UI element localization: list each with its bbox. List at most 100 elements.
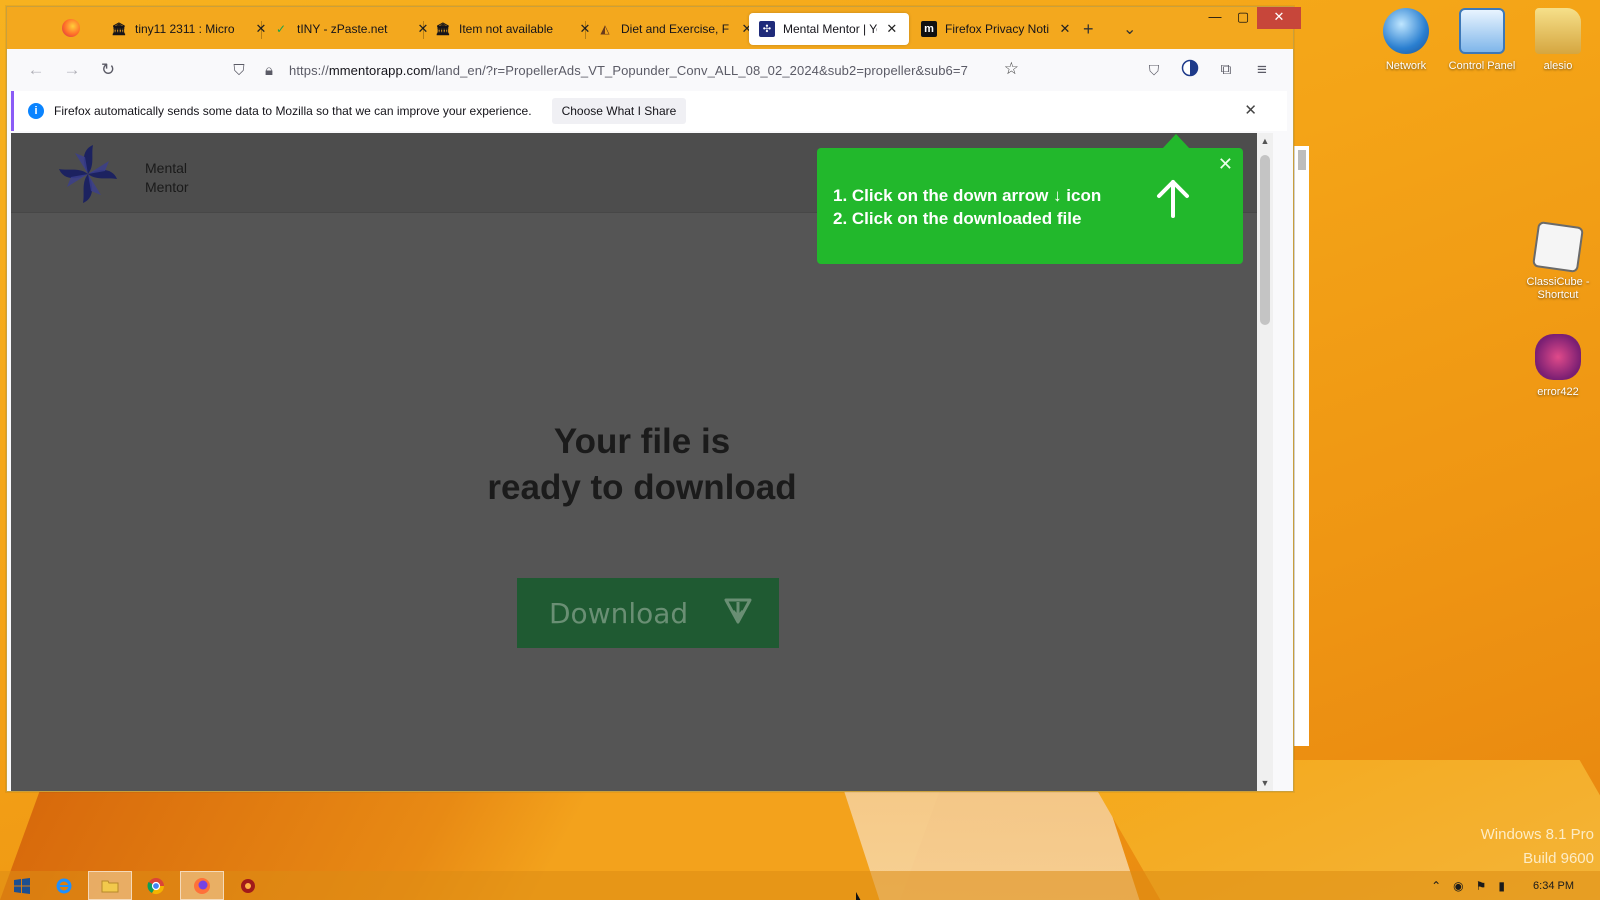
desktop-icon-label: alesio <box>1543 60 1573 72</box>
taskbar-chrome[interactable] <box>134 871 178 900</box>
bookmark-star-icon[interactable]: ☆ <box>1004 59 1019 79</box>
scroll-up-arrow-icon[interactable]: ▲ <box>1257 133 1273 149</box>
site-logo-text[interactable]: Mental Mentor <box>145 159 189 197</box>
tab-mental-mentor[interactable]: ✣ Mental Mentor | Yo ✕ <box>749 13 909 45</box>
taskbar-firefox[interactable] <box>180 871 224 900</box>
taskbar-clock[interactable]: 6:34 PM <box>1533 880 1574 892</box>
taskbar-file-explorer[interactable] <box>88 871 132 900</box>
close-icon[interactable]: ✕ <box>1244 101 1257 119</box>
mental-mentor-logo-icon[interactable] <box>57 143 119 205</box>
window-close-button[interactable]: ✕ <box>1257 7 1301 29</box>
folder-icon <box>101 880 119 892</box>
zpaste-icon: ✓ <box>275 22 287 36</box>
scrollbar-thumb[interactable] <box>1260 155 1270 325</box>
desktop-icon-control-panel[interactable]: Control Panel <box>1442 8 1522 73</box>
logo-line-2: Mentor <box>145 179 189 195</box>
start-button[interactable] <box>0 871 44 900</box>
desktop-icon-label: error422 <box>1537 386 1579 398</box>
archive-icon: 🏛 <box>111 22 127 36</box>
up-arrow-icon <box>1157 180 1189 218</box>
desktop-icon-classicube[interactable]: ClassiCube - Shortcut <box>1518 221 1598 302</box>
tab-bar: 🏛 tiny11 2311 : Micro ✕ ✓ tINY - zPaste.… <box>7 7 1301 49</box>
close-icon[interactable]: ✕ <box>885 21 899 37</box>
taskbar-internet-explorer[interactable] <box>42 871 86 900</box>
close-icon[interactable]: ✕ <box>1057 21 1073 37</box>
page-scrollbar[interactable]: ▲ ▼ <box>1257 133 1273 791</box>
firefox-icon <box>194 877 210 894</box>
internet-explorer-icon <box>56 878 72 893</box>
contrast-extension-icon[interactable] <box>1179 59 1201 81</box>
tab-separator <box>423 21 424 39</box>
firefox-view-icon[interactable] <box>62 19 80 37</box>
data-collection-notification-bar: i Firefox automatically sends some data … <box>11 91 1287 131</box>
download-triangle-icon <box>724 598 752 624</box>
back-arrow-icon[interactable]: ← <box>25 59 47 81</box>
download-button[interactable]: Download <box>517 578 779 648</box>
network-tray-icon[interactable]: ▮ <box>1498 879 1505 893</box>
tray-app-icon[interactable]: ◉ <box>1453 879 1463 893</box>
scroll-down-arrow-icon[interactable]: ▼ <box>1257 775 1273 791</box>
tooltip-step-1: 1. Click on the down arrow ↓ icon <box>833 186 1102 205</box>
chrome-icon <box>147 877 165 894</box>
network-icon <box>1383 8 1429 54</box>
site-icon: ◭ <box>600 22 610 36</box>
tab-item-not-available[interactable]: 🏛 Item not available ✕ <box>425 13 603 45</box>
tab-label: tINY - zPaste.net <box>297 22 388 36</box>
app-menu-hamburger-icon[interactable]: ≡ <box>1251 59 1273 81</box>
tooltip-step-2: 2. Click on the downloaded file <box>833 209 1082 228</box>
tab-label: tiny11 2311 : Micro <box>135 22 235 36</box>
windows-taskbar: ⌃ ◉ ⚑ ▮ 6:34 PM <box>0 871 1600 900</box>
lock-icon[interactable]: 🔒︎ <box>259 62 279 79</box>
choose-what-i-share-button[interactable]: Choose What I Share <box>551 98 687 124</box>
desktop-icon-error422[interactable]: error422 <box>1518 334 1598 399</box>
app-gear-icon <box>241 878 255 893</box>
windows-watermark: Windows 8.1 Pro Build 9600 <box>1481 823 1594 871</box>
tab-zpaste[interactable]: ✓ tINY - zPaste.net ✕ <box>263 13 441 45</box>
windows-logo-icon <box>14 877 30 894</box>
classicube-icon <box>1532 221 1584 273</box>
mozilla-icon: m <box>921 21 937 37</box>
reload-icon[interactable]: ↻ <box>97 59 119 81</box>
extensions-puzzle-icon[interactable]: ⧉ <box>1215 59 1237 81</box>
tab-label: Item not available <box>459 22 554 36</box>
navigation-toolbar: ← → ↻ ⛉ 🔒︎ https://mmentorapp.com/land_e… <box>7 49 1293 91</box>
url-text[interactable]: https://mmentorapp.com/land_en/?r=Propel… <box>289 63 999 78</box>
desktop-icon-label: Network <box>1385 60 1427 72</box>
headline-line-1: Your file is <box>553 422 731 461</box>
desktop-icon-label: Control Panel <box>1448 60 1516 72</box>
url-path: /land_en/?r=PropellerAds_VT_Popunder_Con… <box>431 62 968 78</box>
new-tab-button[interactable]: + <box>1083 19 1094 40</box>
list-all-tabs-button[interactable]: ⌄ <box>1123 19 1136 39</box>
tray-expand-chevron-icon[interactable]: ⌃ <box>1431 879 1441 893</box>
error422-icon <box>1535 334 1581 380</box>
action-center-flag-icon[interactable]: ⚑ <box>1476 879 1487 893</box>
tab-tiny11[interactable]: 🏛 tiny11 2311 : Micro ✕ <box>101 13 279 45</box>
tab-diet-exercise[interactable]: ◭ Diet and Exercise, F ✕ <box>587 13 765 45</box>
user-folder-icon <box>1535 8 1581 54</box>
background-window-edge <box>1294 146 1309 746</box>
taskbar-app[interactable] <box>226 871 270 900</box>
desktop-icon-network[interactable]: Network <box>1366 8 1446 73</box>
tab-firefox-privacy[interactable]: m Firefox Privacy Noti ✕ <box>911 13 1083 45</box>
pocket-icon[interactable]: ⛉ <box>1143 59 1165 81</box>
tab-label: Mental Mentor | Yo <box>783 22 877 36</box>
desktop-icon-alesio[interactable]: alesio <box>1518 8 1598 73</box>
mentalmentor-icon: ✣ <box>759 21 775 37</box>
url-bar[interactable]: ⛉ 🔒︎ https://mmentorapp.com/land_en/?r=P… <box>229 55 1029 85</box>
archive-icon: 🏛 <box>435 22 451 36</box>
forward-arrow-icon[interactable]: → <box>61 59 83 81</box>
tooltip-close-icon[interactable]: ✕ <box>1218 154 1233 175</box>
watermark-build: Build 9600 <box>1523 850 1594 867</box>
maximize-button[interactable]: ▢ <box>1229 7 1257 29</box>
notification-message: Firefox automatically sends some data to… <box>54 104 532 118</box>
logo-line-1: Mental <box>145 160 188 176</box>
headline-line-2: ready to download <box>487 468 797 507</box>
tab-label: Firefox Privacy Noti <box>945 22 1049 36</box>
info-icon: i <box>28 103 44 119</box>
tracking-protection-shield-icon[interactable]: ⛉ <box>229 62 249 79</box>
minimize-button[interactable]: — <box>1201 7 1229 29</box>
url-scheme: https:// <box>289 62 329 78</box>
tab-separator <box>585 21 586 39</box>
mouse-cursor-icon <box>856 892 861 900</box>
download-button-label: Download <box>549 596 689 630</box>
